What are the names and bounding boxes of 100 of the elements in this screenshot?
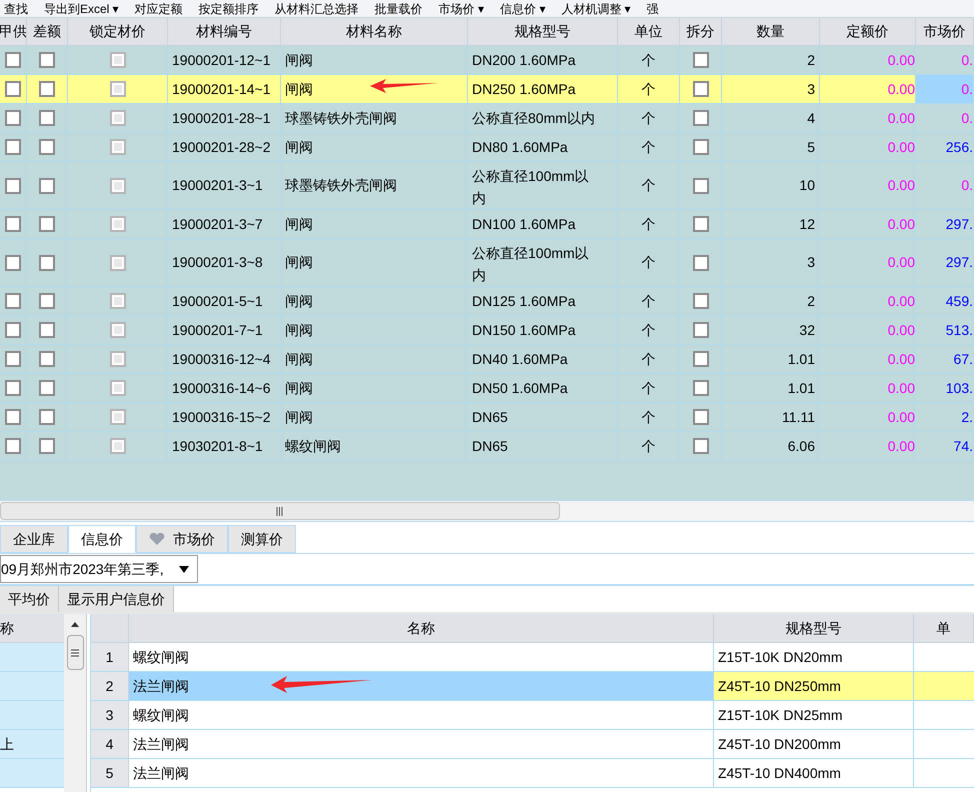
- toggle-button[interactable]: 平均价: [0, 586, 59, 612]
- column-header[interactable]: 材料名称: [346, 21, 402, 42]
- table-cell[interactable]: 12: [722, 210, 820, 238]
- tab[interactable]: 市场价: [136, 525, 228, 553]
- column-header[interactable]: 单: [936, 618, 950, 638]
- table-cell[interactable]: 4: [722, 104, 820, 132]
- table-cell[interactable]: 闸阀: [281, 403, 468, 431]
- checkbox[interactable]: [39, 254, 55, 270]
- table-cell[interactable]: 459.: [916, 287, 974, 315]
- column-header[interactable]: 差额: [33, 21, 61, 42]
- checkbox[interactable]: [692, 322, 708, 338]
- column-header[interactable]: 单位: [634, 21, 662, 42]
- table-cell[interactable]: 256.: [916, 133, 974, 161]
- table-cell[interactable]: 3: [722, 75, 820, 103]
- list-item[interactable]: 上: [0, 730, 64, 759]
- row-number[interactable]: 1: [91, 643, 129, 671]
- toolbar-button[interactable]: 对应定额: [134, 2, 183, 14]
- scrollbar-thumb[interactable]: [66, 635, 84, 670]
- table-cell[interactable]: 个: [618, 432, 680, 460]
- tab[interactable]: 测算价: [228, 525, 296, 553]
- table-cell[interactable]: 个: [618, 210, 680, 238]
- checkbox[interactable]: [39, 438, 55, 454]
- table-cell[interactable]: 19000201-3~8: [168, 239, 281, 286]
- table-cell[interactable]: DN65: [468, 403, 618, 431]
- table-cell[interactable]: 个: [618, 162, 680, 209]
- column-header[interactable]: 锁定材价: [90, 21, 146, 42]
- tab[interactable]: 信息价: [68, 525, 136, 553]
- table-cell[interactable]: 11.11: [722, 403, 820, 431]
- checkbox[interactable]: [692, 139, 708, 155]
- table-cell[interactable]: 19000201-5~1: [168, 287, 281, 315]
- table-cell[interactable]: 个: [618, 345, 680, 373]
- column-header[interactable]: 名称: [407, 618, 435, 638]
- checkbox[interactable]: [692, 351, 708, 367]
- toolbar-button[interactable]: 人材机调整 ▾: [561, 2, 631, 14]
- table-cell[interactable]: DN150 1.60MPa: [468, 316, 618, 344]
- table-cell[interactable]: DN125 1.60MPa: [468, 287, 618, 315]
- checkbox[interactable]: [692, 380, 708, 396]
- table-cell[interactable]: 19000201-28~2: [168, 133, 281, 161]
- table-cell[interactable]: 个: [618, 46, 680, 74]
- checkbox[interactable]: [39, 52, 55, 68]
- table-cell[interactable]: 19030201-8~1: [168, 432, 281, 460]
- checkbox[interactable]: [692, 254, 708, 270]
- table-cell[interactable]: DN65: [468, 432, 618, 460]
- row-number[interactable]: 5: [91, 759, 129, 787]
- table-cell[interactable]: 1.01: [722, 345, 820, 373]
- checkbox[interactable]: [692, 178, 708, 194]
- table-cell[interactable]: 闸阀: [281, 133, 468, 161]
- checkbox[interactable]: [5, 293, 21, 309]
- table-cell[interactable]: 19000201-14~1: [168, 75, 281, 103]
- table-cell[interactable]: 闸阀: [281, 316, 468, 344]
- checkbox[interactable]: [39, 178, 55, 194]
- table-cell[interactable]: 法兰闸阀: [129, 672, 714, 700]
- table-cell[interactable]: 个: [618, 133, 680, 161]
- checkbox[interactable]: [39, 139, 55, 155]
- table-cell[interactable]: 个: [618, 75, 680, 103]
- scrollbar-thumb[interactable]: [0, 502, 560, 520]
- table-cell[interactable]: 螺纹闸阀: [281, 432, 468, 460]
- checkbox[interactable]: [5, 322, 21, 338]
- table-cell[interactable]: 19000316-14~6: [168, 374, 281, 402]
- checkbox[interactable]: [39, 409, 55, 425]
- checkbox[interactable]: [692, 81, 708, 97]
- toolbar-button[interactable]: 按定额排序: [198, 2, 259, 14]
- checkbox[interactable]: [39, 293, 55, 309]
- table-cell[interactable]: 闸阀: [281, 75, 468, 103]
- checkbox[interactable]: [692, 293, 708, 309]
- checkbox[interactable]: [5, 81, 21, 97]
- table-cell[interactable]: 1.01: [722, 374, 820, 402]
- checkbox[interactable]: [692, 216, 708, 232]
- column-header[interactable]: 数量: [756, 21, 784, 42]
- table-cell[interactable]: 2: [722, 287, 820, 315]
- table-cell[interactable]: 个: [618, 287, 680, 315]
- table-cell[interactable]: 球墨铸铁外壳闸阀: [281, 162, 468, 209]
- table-cell[interactable]: 10: [722, 162, 820, 209]
- table-cell[interactable]: 19000201-12~1: [168, 46, 281, 74]
- table-cell[interactable]: DN80 1.60MPa: [468, 133, 618, 161]
- table-cell[interactable]: 67.: [916, 345, 974, 373]
- table-cell[interactable]: Z45T-10 DN250mm: [714, 672, 914, 700]
- table-cell[interactable]: 公称直径100mm以内: [468, 239, 618, 286]
- column-header[interactable]: 定额价: [846, 21, 888, 42]
- toolbar-button[interactable]: 强: [646, 2, 659, 14]
- checkbox[interactable]: [39, 81, 55, 97]
- column-header[interactable]: 规格型号: [514, 21, 570, 42]
- toolbar-button[interactable]: 导出到Excel ▾: [44, 2, 119, 14]
- table-cell[interactable]: 闸阀: [281, 46, 468, 74]
- column-header[interactable]: 拆分: [686, 21, 714, 42]
- table-cell[interactable]: 闸阀: [281, 239, 468, 286]
- column-header[interactable]: 市场价: [924, 21, 966, 42]
- table-cell[interactable]: 2.: [916, 403, 974, 431]
- tab[interactable]: 企业库: [0, 525, 68, 553]
- table-cell[interactable]: 2: [722, 46, 820, 74]
- table-cell[interactable]: 闸阀: [281, 287, 468, 315]
- table-cell[interactable]: DN40 1.60MPa: [468, 345, 618, 373]
- checkbox[interactable]: [692, 52, 708, 68]
- table-cell[interactable]: 公称直径100mm以内: [468, 162, 618, 209]
- table-cell[interactable]: 3: [722, 239, 820, 286]
- checkbox[interactable]: [5, 254, 21, 270]
- table-cell[interactable]: 297.: [916, 210, 974, 238]
- table-cell[interactable]: 个: [618, 239, 680, 286]
- table-cell[interactable]: 闸阀: [281, 210, 468, 238]
- toolbar-button[interactable]: 市场价 ▾: [438, 2, 484, 14]
